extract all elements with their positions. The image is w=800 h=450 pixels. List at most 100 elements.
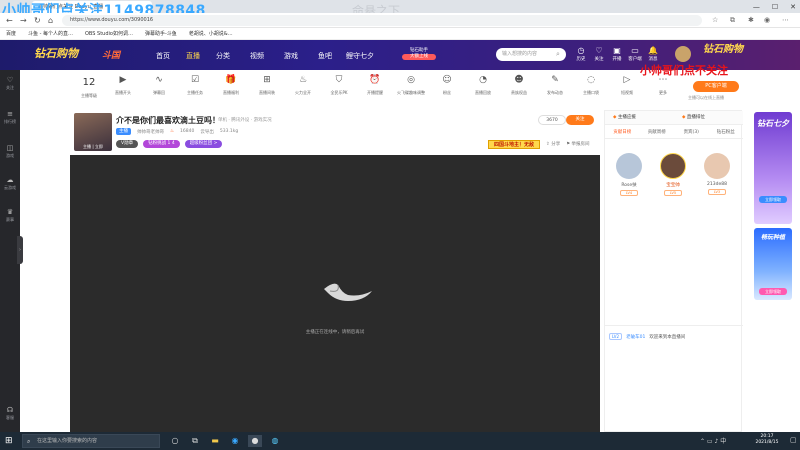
bookmark-item[interactable]: 斗鱼 - 每个人的直…	[28, 30, 73, 37]
nav-category[interactable]: 分类	[216, 51, 230, 61]
system-tray[interactable]: ⌃ ▭ ♪ 中	[700, 436, 726, 445]
tool-welfare[interactable]: 🎁 直播福利	[216, 74, 246, 96]
tool-stream-start[interactable]: ▶ 直播开头	[108, 74, 138, 96]
report-button[interactable]: ⚑ 举报房间	[566, 141, 589, 147]
follow-button-top[interactable]: ♡ 关注	[590, 46, 608, 62]
sidebar-item-cloud-game[interactable]: ☁ 云游戏	[0, 176, 20, 191]
fire-icon: ♨	[298, 75, 308, 85]
promo-button[interactable]: 大额上线	[402, 54, 436, 60]
tool-post[interactable]: ✎ 发布动态	[540, 74, 570, 96]
tab-vip[interactable]: 贵宾(3)	[674, 127, 709, 138]
diamond-fan-pill[interactable]: 钻粉挑战 1 4	[143, 140, 180, 148]
fan-group-pill[interactable]: 超级粉丝团 >	[184, 140, 223, 148]
pc-client-button[interactable]: PC客户端	[693, 81, 739, 92]
share-icon: ⇪	[546, 142, 550, 147]
bookmark-item[interactable]: OBS Studio如何调…	[85, 30, 133, 37]
tool-ufo[interactable]: ◎ 火飞碟趣味调整	[396, 74, 426, 96]
streamer-name[interactable]: 帅帅哥老帅哥	[137, 129, 164, 135]
taskbar-clock[interactable]: 20:17 2021/8/15	[752, 434, 782, 446]
nav-fishbar[interactable]: 鱼吧	[318, 51, 332, 61]
sidebar-item-ranking[interactable]: ≡ 排行榜	[0, 110, 20, 125]
tab-weekly[interactable]: 贡献周榜	[640, 127, 675, 138]
tool-task[interactable]: ☑ 主播任务	[180, 74, 210, 96]
taskbar-search-input[interactable]: ⌕ 在这里输入你要搜索的内容	[22, 434, 160, 448]
nav-live[interactable]: 直播	[186, 51, 200, 61]
menu-icon[interactable]: ⋯	[782, 16, 789, 24]
windows-start-icon[interactable]: ⊞	[5, 436, 13, 446]
tab-diamond-fans[interactable]: 钻石粉丝	[709, 127, 744, 138]
share-button[interactable]: ⇪ 分享	[546, 141, 560, 147]
collections-icon[interactable]: ⧉	[730, 16, 735, 25]
tool-firepower[interactable]: ♨ 火力全开	[288, 74, 318, 96]
extensions-icon[interactable]: ✱	[748, 16, 754, 24]
close-icon[interactable]: ✕	[790, 3, 796, 11]
rank-section[interactable]: ◆ 直播排位	[674, 111, 743, 125]
notification-icon[interactable]: ▢	[790, 436, 797, 444]
task-view-icon[interactable]: ⧉	[188, 435, 202, 447]
bookmark-item[interactable]: 老胡说、小胡说&…	[189, 30, 233, 37]
promo-ad-qixi[interactable]: 钻石七夕 立即领取	[754, 112, 792, 224]
cortana-icon[interactable]: ○	[168, 435, 182, 447]
site-logo[interactable]: 钻石购物	[34, 45, 78, 61]
tool-short-video[interactable]: ▷ 短视频	[612, 74, 642, 96]
tool-room-decor[interactable]: ⊞ 直播间装	[252, 74, 282, 96]
support-section[interactable]: ◆ 主播应援	[605, 111, 674, 125]
history-button[interactable]: ◷ 历史	[572, 46, 590, 62]
chat-app-icon[interactable]: ◍	[268, 435, 282, 447]
profile-icon[interactable]: ◉	[764, 16, 770, 24]
sidebar-collapse-handle[interactable]: ›	[17, 236, 23, 264]
streamer-avatar[interactable]: 主播 | 立即	[74, 113, 112, 151]
sidebar-item-service[interactable]: ☊ 客服	[0, 406, 20, 421]
shopping-logo[interactable]: 钻石购物	[703, 45, 743, 55]
rank-item[interactable]: 213de88 LV3	[697, 153, 737, 195]
room-category[interactable]: 单机 · 腾讯外设 · 游戏实况	[218, 117, 272, 123]
event-logo[interactable]: 斗国	[102, 48, 120, 61]
bookmark-item[interactable]: 弹幕助手-斗鱼	[145, 30, 177, 37]
nav-video[interactable]: 视频	[250, 51, 264, 61]
follow-button[interactable]: 关注	[566, 115, 594, 125]
tool-pk[interactable]: ⛉ 全民乐PK	[324, 74, 354, 96]
client-button[interactable]: ▭ 客户端	[626, 46, 644, 62]
promo-ad-planting[interactable]: 畅玩种植 立即领取	[754, 228, 792, 300]
rank-item[interactable]: Rose扶 LV4	[609, 153, 649, 196]
start-stream-button[interactable]: ▣ 开播	[608, 46, 626, 62]
video-player[interactable]: 主播正在连线中，请稍后再试	[70, 155, 600, 432]
forward-icon[interactable]: →	[20, 16, 27, 25]
minimize-icon[interactable]: —	[753, 3, 760, 11]
back-icon[interactable]: ←	[6, 16, 13, 25]
nav-game[interactable]: 游戏	[284, 51, 298, 61]
search-icon[interactable]: ⌕	[556, 50, 560, 59]
messages-button[interactable]: 🔔 消息	[644, 46, 662, 62]
tool-noble[interactable]: ☻ 贵族权益	[504, 74, 534, 96]
promo-badge[interactable]: 钻石助手 大额上线	[396, 47, 442, 63]
favorites-icon[interactable]: ☆	[712, 16, 718, 24]
reload-icon[interactable]: ↻	[34, 16, 41, 25]
tool-replay[interactable]: ◔ 直播回放	[468, 74, 498, 96]
nav-home[interactable]: 首页	[156, 51, 170, 61]
tool-pocket[interactable]: ◌ 主播口袋	[576, 74, 606, 96]
ad-button[interactable]: 立即领取	[759, 288, 787, 295]
tool-fans[interactable]: ☺ 粉丝	[432, 74, 462, 96]
rank-item[interactable]: 宝宝帅 LV5	[653, 153, 693, 196]
edge-browser-icon[interactable]: ◉	[228, 435, 242, 447]
url-input[interactable]: https://www.douyu.com/3090016	[62, 15, 702, 26]
obs-icon[interactable]: ●	[248, 435, 262, 447]
nav-qixi[interactable]: 鲤守七夕	[346, 51, 374, 61]
event-banner[interactable]: 四国斗地主！无敌	[488, 140, 540, 149]
file-explorer-icon[interactable]: ▬	[208, 435, 222, 447]
user-avatar[interactable]	[675, 46, 691, 62]
tab-daily[interactable]: 贡献日榜	[605, 127, 640, 138]
ad-button[interactable]: 立即领取	[759, 196, 787, 203]
bookmark-item[interactable]: 百度	[6, 30, 16, 37]
camera-icon: ▣	[613, 46, 621, 55]
tool-danmu[interactable]: ∿ 弹幕回	[144, 74, 174, 96]
chat-user[interactable]: 老破车01	[626, 334, 645, 340]
tool-more[interactable]: ⋯ 更多	[648, 74, 678, 96]
sidebar-item-game[interactable]: ◫ 游戏	[0, 144, 20, 159]
maximize-icon[interactable]: ☐	[772, 3, 778, 11]
home-icon[interactable]: ⌂	[48, 16, 53, 25]
tool-reminder[interactable]: ⏰ 开播提醒	[360, 74, 390, 96]
sidebar-item-events[interactable]: ♛ 赛事	[0, 208, 20, 223]
medal-pill[interactable]: V勋章	[116, 140, 139, 148]
sidebar-item-follow[interactable]: ♡ 关注	[0, 76, 20, 91]
